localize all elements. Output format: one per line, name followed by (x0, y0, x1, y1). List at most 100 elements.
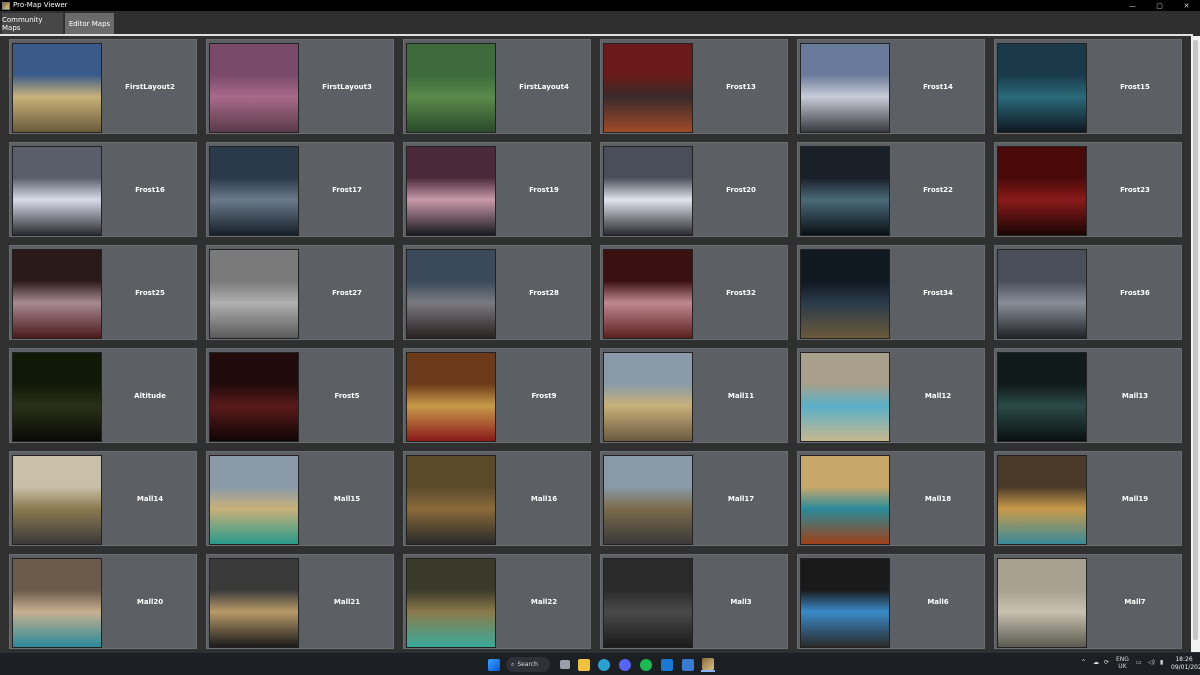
map-card[interactable]: Mall6 (797, 554, 985, 649)
map-thumbnail[interactable] (800, 43, 890, 133)
map-thumbnail[interactable] (209, 146, 299, 236)
map-card[interactable]: Frost34 (797, 245, 985, 340)
map-card[interactable]: Frost14 (797, 39, 985, 134)
discord-button[interactable] (618, 657, 632, 672)
map-thumbnail[interactable] (406, 455, 496, 545)
network-icon[interactable]: ▭ (1136, 659, 1142, 666)
map-card[interactable]: Mall18 (797, 451, 985, 546)
map-card[interactable]: Mall7 (994, 554, 1182, 649)
map-card[interactable]: Frost16 (9, 142, 197, 237)
map-card[interactable]: Mall16 (403, 451, 591, 546)
map-card[interactable]: Mall21 (206, 554, 394, 649)
tray-chevron-icon[interactable]: ^ (1081, 659, 1086, 666)
close-button[interactable]: ✕ (1173, 0, 1200, 11)
map-card[interactable]: Frost27 (206, 245, 394, 340)
map-card[interactable]: Frost32 (600, 245, 788, 340)
map-thumbnail[interactable] (209, 249, 299, 339)
map-thumbnail[interactable] (603, 249, 693, 339)
map-thumbnail[interactable] (997, 249, 1087, 339)
map-thumbnail[interactable] (997, 43, 1087, 133)
map-thumbnail[interactable] (800, 558, 890, 648)
map-card[interactable]: FirstLayout3 (206, 39, 394, 134)
map-card[interactable]: Mall12 (797, 348, 985, 443)
map-thumbnail[interactable] (406, 146, 496, 236)
map-thumbnail[interactable] (997, 455, 1087, 545)
map-card[interactable]: Frost25 (9, 245, 197, 340)
spotify-button[interactable] (639, 657, 653, 672)
map-thumbnail[interactable] (997, 146, 1087, 236)
scrollbar-thumb[interactable] (1193, 40, 1198, 640)
language-indicator[interactable]: ENG UK (1116, 656, 1129, 670)
vertical-scrollbar[interactable] (1191, 36, 1200, 652)
map-name: Frost32 (726, 288, 756, 297)
map-card[interactable]: Frost17 (206, 142, 394, 237)
map-card[interactable]: Frost9 (403, 348, 591, 443)
map-name: Frost19 (529, 185, 559, 194)
map-thumbnail[interactable] (603, 455, 693, 545)
map-card[interactable]: Mall14 (9, 451, 197, 546)
map-card[interactable]: Mall13 (994, 348, 1182, 443)
map-thumbnail[interactable] (603, 43, 693, 133)
map-thumbnail[interactable] (800, 352, 890, 442)
sync-icon[interactable]: ⟳ (1104, 659, 1109, 666)
map-thumbnail[interactable] (209, 558, 299, 648)
map-card[interactable]: Mall22 (403, 554, 591, 649)
map-card[interactable]: Mall19 (994, 451, 1182, 546)
minimize-button[interactable]: — (1119, 0, 1146, 11)
map-thumbnail[interactable] (800, 455, 890, 545)
map-card[interactable]: Frost23 (994, 142, 1182, 237)
task-view-button[interactable] (558, 657, 572, 672)
map-card[interactable]: Mall11 (600, 348, 788, 443)
map-thumbnail[interactable] (603, 352, 693, 442)
start-button[interactable] (487, 657, 501, 672)
map-card[interactable]: Frost5 (206, 348, 394, 443)
taskbar-search[interactable]: ⌕ Search (506, 657, 550, 672)
map-card[interactable]: Frost22 (797, 142, 985, 237)
map-thumbnail[interactable] (406, 249, 496, 339)
map-card[interactable]: Mall15 (206, 451, 394, 546)
edge-button[interactable] (597, 657, 611, 672)
maximize-button[interactable]: ▢ (1146, 0, 1173, 11)
map-thumbnail[interactable] (12, 146, 102, 236)
map-thumbnail[interactable] (603, 558, 693, 648)
map-thumbnail[interactable] (12, 352, 102, 442)
map-card[interactable]: Altitude (9, 348, 197, 443)
file-explorer-button[interactable] (577, 657, 591, 672)
map-card[interactable]: Mall20 (9, 554, 197, 649)
map-card[interactable]: Frost13 (600, 39, 788, 134)
map-thumbnail[interactable] (406, 43, 496, 133)
map-thumbnail[interactable] (603, 146, 693, 236)
app-button[interactable] (681, 657, 695, 672)
vscode-button[interactable] (660, 657, 674, 672)
tab-community-maps[interactable]: Community Maps (2, 13, 63, 34)
map-card[interactable]: Frost36 (994, 245, 1182, 340)
map-card[interactable]: Mall3 (600, 554, 788, 649)
spotify-icon (640, 658, 652, 671)
pro-map-viewer-taskbar-button[interactable] (701, 657, 715, 672)
map-thumbnail[interactable] (12, 455, 102, 545)
map-thumbnail[interactable] (209, 455, 299, 545)
map-thumbnail[interactable] (800, 249, 890, 339)
battery-icon[interactable]: ▮ (1160, 659, 1163, 666)
map-card[interactable]: FirstLayout2 (9, 39, 197, 134)
map-card[interactable]: Frost20 (600, 142, 788, 237)
map-thumbnail[interactable] (209, 43, 299, 133)
map-card[interactable]: FirstLayout4 (403, 39, 591, 134)
map-card[interactable]: Frost15 (994, 39, 1182, 134)
map-thumbnail[interactable] (209, 352, 299, 442)
volume-icon[interactable]: ◁) (1148, 659, 1155, 666)
cloud-icon[interactable]: ☁ (1093, 659, 1099, 666)
map-thumbnail[interactable] (406, 558, 496, 648)
map-thumbnail[interactable] (997, 558, 1087, 648)
map-thumbnail[interactable] (12, 558, 102, 648)
tab-editor-maps[interactable]: Editor Maps (65, 13, 114, 34)
map-card[interactable]: Mall17 (600, 451, 788, 546)
clock[interactable]: 18:26 09/01/2023 (1171, 656, 1200, 672)
map-thumbnail[interactable] (12, 249, 102, 339)
map-thumbnail[interactable] (12, 43, 102, 133)
map-card[interactable]: Frost28 (403, 245, 591, 340)
map-thumbnail[interactable] (800, 146, 890, 236)
map-thumbnail[interactable] (997, 352, 1087, 442)
map-card[interactable]: Frost19 (403, 142, 591, 237)
map-thumbnail[interactable] (406, 352, 496, 442)
